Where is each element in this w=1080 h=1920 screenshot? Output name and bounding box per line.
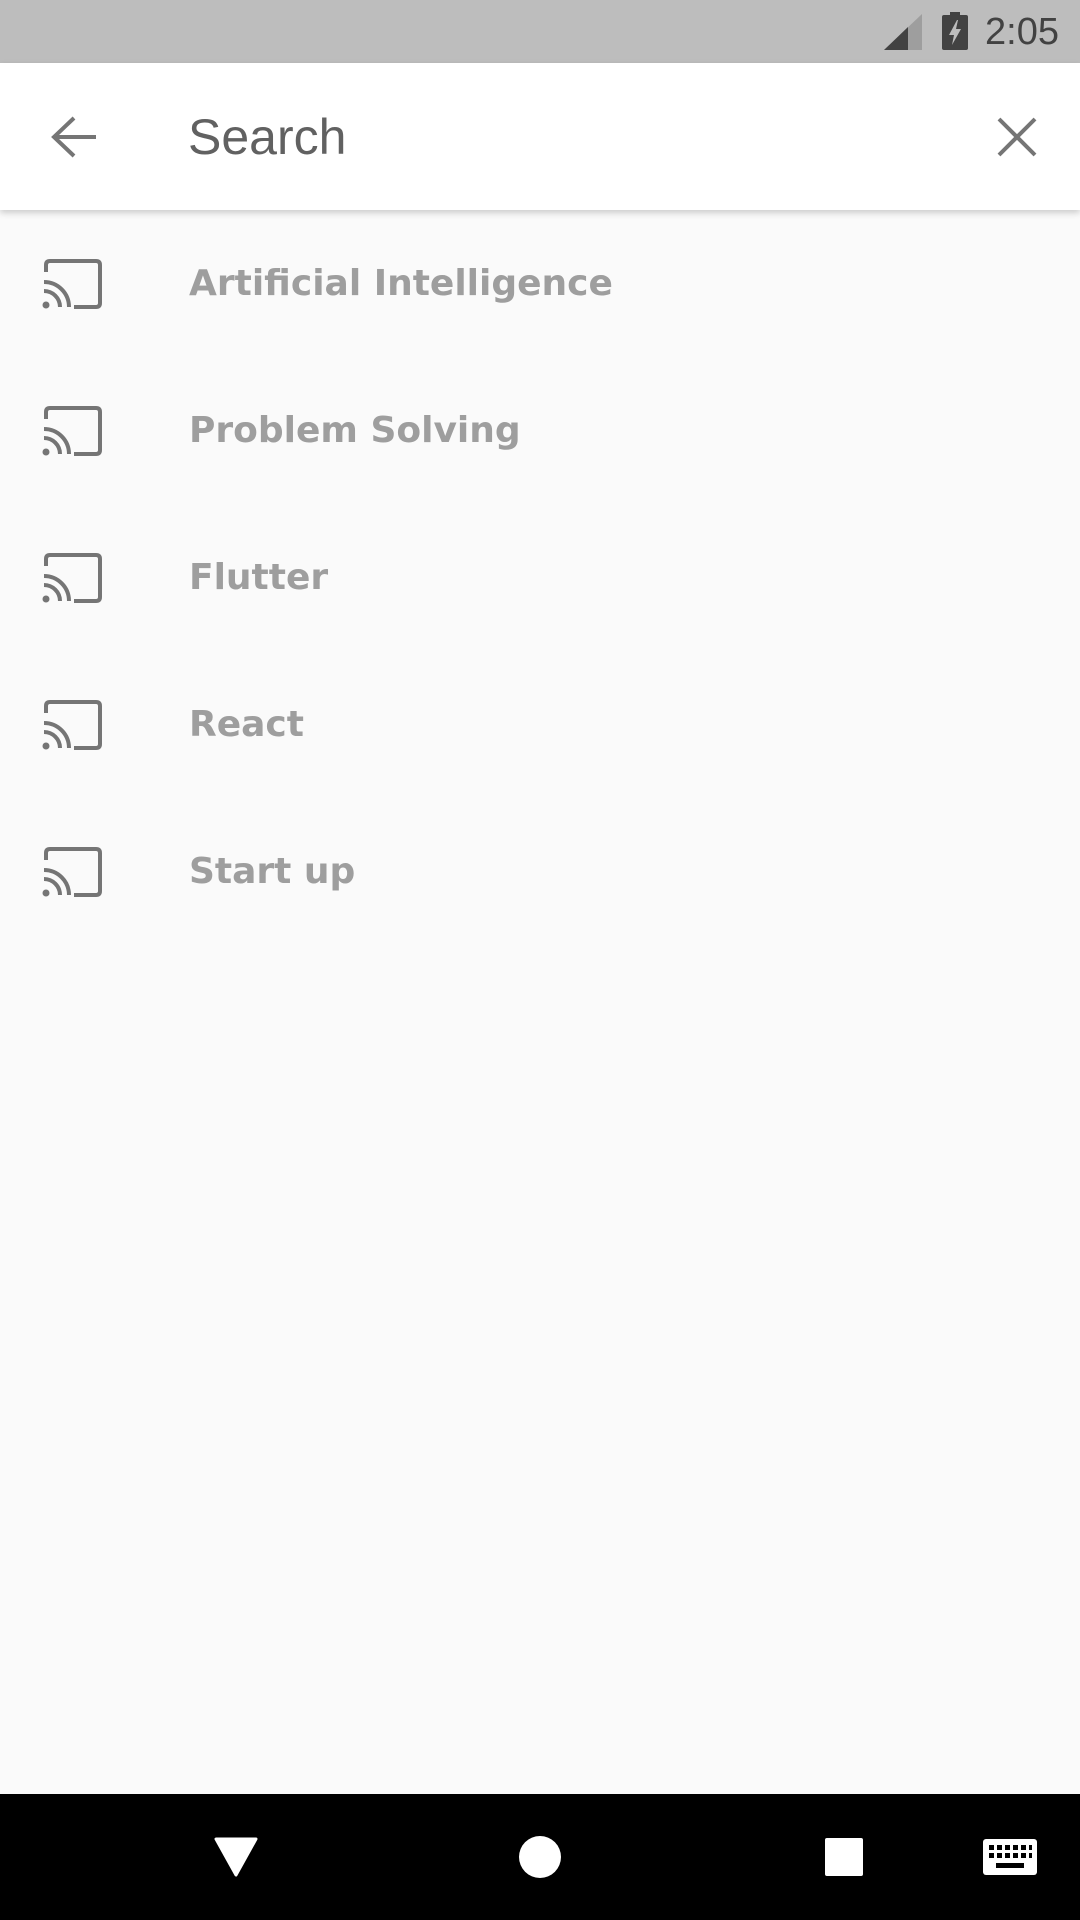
cast-icon: [42, 700, 102, 750]
suggestion-label: Flutter: [189, 557, 329, 598]
nav-home-button[interactable]: [490, 1794, 590, 1920]
cast-icon: [42, 406, 102, 456]
signal-icon: [884, 14, 922, 50]
list-item[interactable]: Flutter: [0, 504, 1080, 651]
list-item[interactable]: Start up: [0, 798, 1080, 945]
close-icon: [997, 117, 1037, 157]
arrow-back-icon: [51, 116, 96, 158]
cast-icon: [42, 553, 102, 603]
suggestion-list: Artificial Intelligence Problem Solving …: [0, 210, 1080, 945]
suggestion-label: React: [189, 704, 304, 745]
list-item[interactable]: Problem Solving: [0, 357, 1080, 504]
list-item[interactable]: React: [0, 651, 1080, 798]
cast-icon: [42, 259, 102, 309]
status-bar: 2:05: [0, 0, 1080, 63]
search-app-bar: [0, 63, 1080, 210]
suggestion-label: Start up: [189, 851, 356, 892]
suggestion-label: Artificial Intelligence: [189, 263, 613, 304]
nav-recents-button[interactable]: [794, 1794, 894, 1920]
status-time: 2:05: [985, 11, 1059, 53]
suggestion-label: Problem Solving: [189, 410, 521, 451]
clear-button[interactable]: [980, 103, 1054, 171]
navigation-bar: [0, 1794, 1080, 1920]
search-input[interactable]: [188, 103, 948, 171]
back-triangle-icon: [214, 1837, 258, 1877]
battery-charging-icon: [942, 12, 968, 50]
recents-square-icon: [825, 1838, 863, 1876]
nav-back-button[interactable]: [186, 1794, 286, 1920]
keyboard-switch-button[interactable]: [960, 1794, 1060, 1920]
keyboard-icon: [983, 1839, 1037, 1875]
screen: 2:05 Artificial Intelligence: [0, 0, 1080, 1920]
cast-icon: [42, 847, 102, 897]
back-button[interactable]: [30, 103, 118, 171]
home-circle-icon: [519, 1836, 561, 1878]
list-item[interactable]: Artificial Intelligence: [0, 210, 1080, 357]
